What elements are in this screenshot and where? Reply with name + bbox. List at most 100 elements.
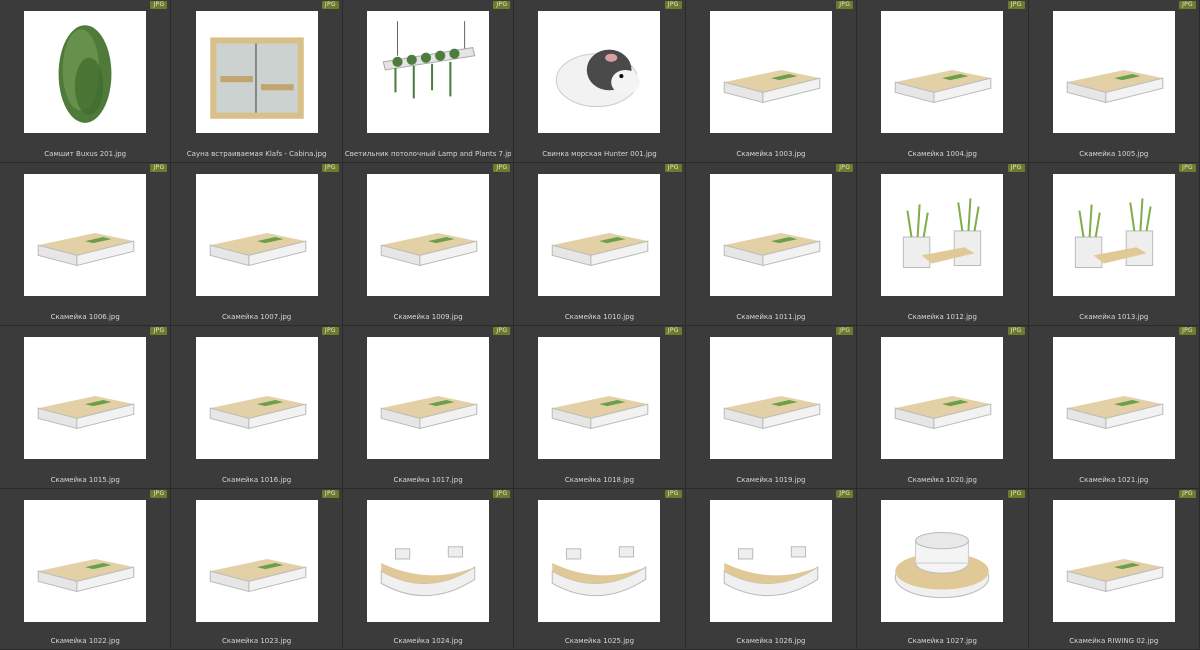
bench-icon[interactable] [367,174,490,296]
bench-icon[interactable] [195,337,318,459]
thumbnail-tile[interactable]: JPG Скамейка 1007.jpg [171,163,343,326]
thumbnail-tile[interactable]: JPG Скамейка 1020.jpg [857,326,1029,489]
bench-icon[interactable] [881,11,1004,133]
file-name-caption: Скамейка RIWING 02.jpg [1069,637,1159,645]
file-type-badge: JPG [1007,327,1025,335]
file-name-caption: Скамейка 1010.jpg [564,313,635,321]
round-bench-icon[interactable] [881,500,1004,622]
file-name-caption: Скамейка 1016.jpg [222,476,292,484]
bench-icon[interactable] [538,337,661,459]
file-name-caption: Свинка морская Hunter 001.jpg [542,150,657,158]
thumbnail-tile[interactable]: JPG Скамейка 1018.jpg [514,326,686,489]
thumbnail-tile[interactable]: JPG Скамейка 1023.jpg [171,489,343,650]
thumbnail-tile[interactable]: JPG Скамейка RIWING 02.jpg [1028,489,1200,650]
curved-bench-icon[interactable] [367,500,490,622]
thumbnail-tile[interactable]: JPG Скамейка 1011.jpg [685,163,858,326]
file-type-badge: JPG [1007,490,1025,498]
thumbnail-tile[interactable]: JPG Скамейка 1016.jpg [171,326,343,489]
thumbnail-tile[interactable]: JPG Скамейка 1003.jpg [685,0,858,163]
file-type-badge: JPG [321,1,339,9]
thumbnail-tile[interactable]: JPG Светильник потолочный Lamp and Plants… [342,0,515,163]
bench-icon[interactable] [24,337,147,459]
thumbnail-tile[interactable]: JPG Скамейка 1027.jpg [857,489,1029,650]
bench-icon[interactable] [1052,500,1175,622]
file-name-caption: Скамейка 1015.jpg [50,476,120,484]
thumbnail-tile[interactable]: JPG Скамейка 1019.jpg [685,326,858,489]
bench-icon[interactable] [709,11,832,133]
thumbnail-grid: JPG Самшит Buxus 201.jpg JPG Сауна встраива… [0,0,1200,650]
file-name-caption: Скамейка 1004.jpg [907,150,977,158]
file-name-caption: Сауна встраиваемая Klafs - Cabina.jpg [186,150,327,158]
file-type-badge: JPG [150,164,168,172]
thumbnail-tile[interactable]: JPG Скамейка 1009.jpg [342,163,515,326]
thumbnail-tile[interactable]: JPG Скамейка 1005.jpg [1028,0,1200,163]
file-type-badge: JPG [664,327,682,335]
file-type-badge: JPG [1007,164,1025,172]
thumbnail-tile[interactable]: JPG Скамейка 1006.jpg [0,163,172,326]
bench-icon[interactable] [709,337,832,459]
file-type-badge: JPG [664,490,682,498]
thumbnail-tile[interactable]: JPG Скамейка 1021.jpg [1028,326,1200,489]
curved-bench-icon[interactable] [709,500,832,622]
bench-icon[interactable] [24,174,147,296]
file-type-badge: JPG [321,490,339,498]
file-type-badge: JPG [1179,164,1196,172]
thumbnail-tile[interactable]: JPG Скамейка 1012.jpg [857,163,1029,326]
file-name-caption: Скамейка 1006.jpg [50,313,120,321]
file-type-badge: JPG [1179,490,1196,498]
thumbnail-tile[interactable]: JPG Скамейка 1015.jpg [0,326,172,489]
guinea-pig-icon[interactable] [538,11,661,133]
file-name-caption: Скамейка 1027.jpg [907,637,977,645]
file-name-caption: Скамейка 1024.jpg [393,637,463,645]
file-type-badge: JPG [493,490,511,498]
file-name-caption: Скамейка 1005.jpg [1079,150,1149,158]
file-name-caption: Скамейка 1020.jpg [907,476,977,484]
file-type-badge: JPG [836,164,854,172]
file-name-caption: Самшит Buxus 201.jpg [44,150,127,158]
bench-icon[interactable] [24,500,147,622]
file-name-caption: Скамейка 1026.jpg [736,637,806,645]
file-type-badge: JPG [150,1,168,9]
file-name-caption: Скамейка 1013.jpg [1079,313,1149,321]
thumbnail-tile[interactable]: JPG Сауна встраиваемая Klafs - Cabina.jpg [171,0,343,163]
bench-icon[interactable] [538,174,661,296]
bench-icon[interactable] [1052,337,1175,459]
file-name-caption: Светильник потолочный Lamp and Plants 7.… [344,150,512,158]
file-name-caption: Скамейка 1018.jpg [564,476,635,484]
file-name-caption: Скамейка 1021.jpg [1079,476,1149,484]
thumbnail-tile[interactable]: JPG Скамейка 1022.jpg [0,489,172,650]
bench-planter-icon[interactable] [1052,174,1175,296]
thumbnail-tile[interactable]: JPG Скамейка 1026.jpg [685,489,858,650]
bench-icon[interactable] [881,337,1004,459]
thumbnail-tile[interactable]: JPG Скамейка 1017.jpg [342,326,515,489]
thumbnail-tile[interactable]: JPG Скамейка 1025.jpg [514,489,686,650]
file-type-badge: JPG [836,327,854,335]
file-type-badge: JPG [150,490,168,498]
bench-icon[interactable] [1052,11,1175,133]
file-name-caption: Скамейка 1025.jpg [564,637,635,645]
hanging-lamp-icon[interactable] [367,11,490,133]
thumbnail-tile[interactable]: JPG Скамейка 1004.jpg [857,0,1029,163]
file-type-badge: JPG [664,1,682,9]
sauna-icon[interactable] [195,11,318,133]
file-name-caption: Скамейка 1009.jpg [393,313,463,321]
file-name-caption: Скамейка 1017.jpg [393,476,463,484]
file-name-caption: Скамейка 1012.jpg [907,313,977,321]
curved-bench-icon[interactable] [538,500,661,622]
file-type-badge: JPG [321,327,339,335]
file-name-caption: Скамейка 1011.jpg [736,313,806,321]
file-type-badge: JPG [321,164,339,172]
file-type-badge: JPG [150,327,168,335]
bench-icon[interactable] [709,174,832,296]
thumbnail-tile[interactable]: JPG Скамейка 1013.jpg [1028,163,1200,326]
shrub-icon[interactable] [24,11,147,133]
thumbnail-tile[interactable]: JPG Скамейка 1010.jpg [514,163,686,326]
bench-planter-icon[interactable] [881,174,1004,296]
thumbnail-tile[interactable]: JPG Скамейка 1024.jpg [342,489,515,650]
thumbnail-tile[interactable]: JPG Свинка морская Hunter 001.jpg [514,0,686,163]
bench-icon[interactable] [367,337,490,459]
bench-icon[interactable] [195,174,318,296]
bench-icon[interactable] [195,500,318,622]
file-name-caption: Скамейка 1019.jpg [736,476,806,484]
thumbnail-tile[interactable]: JPG Самшит Buxus 201.jpg [0,0,172,163]
